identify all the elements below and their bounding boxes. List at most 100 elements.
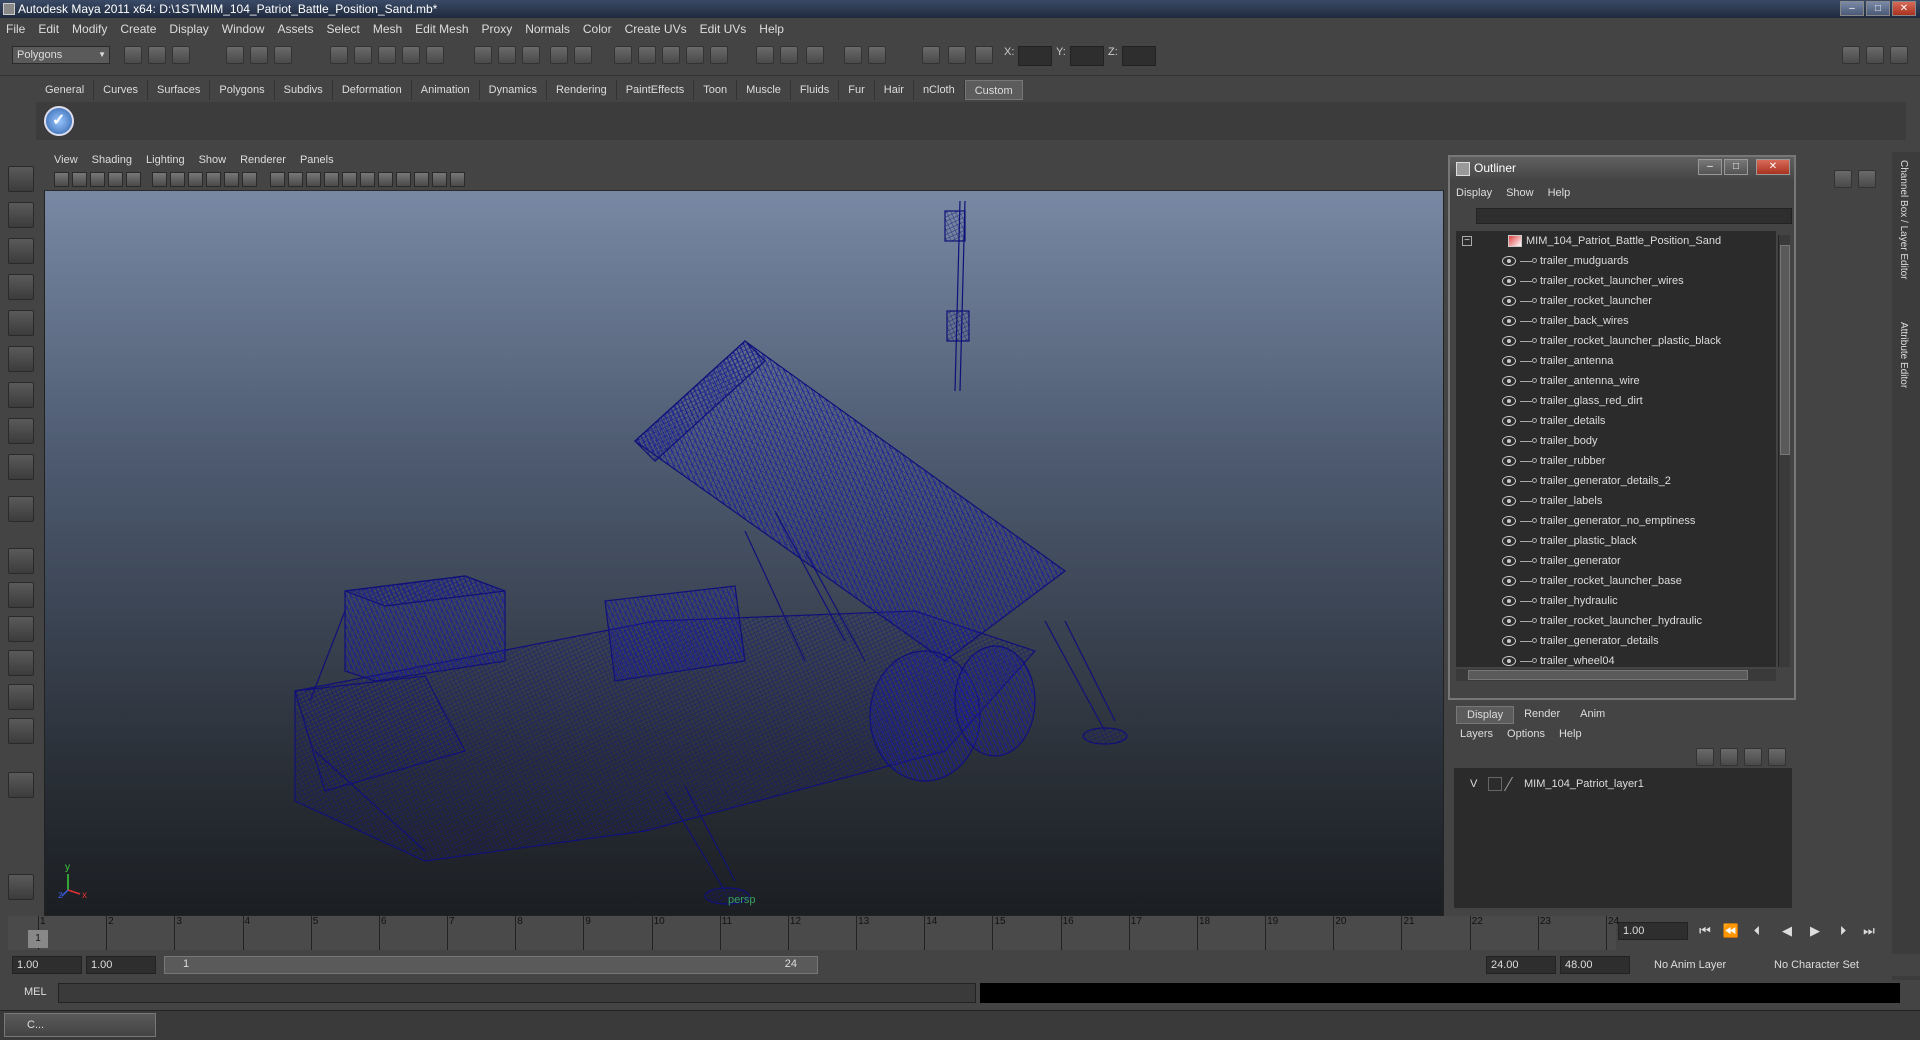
outliner-item[interactable]: trailer_generator_details bbox=[1456, 631, 1776, 651]
outliner-item[interactable]: trailer_antenna_wire bbox=[1456, 371, 1776, 391]
layer-menu-options[interactable]: Options bbox=[1507, 728, 1545, 740]
field-chart-icon[interactable] bbox=[206, 172, 221, 187]
snap-curve-icon[interactable] bbox=[354, 46, 372, 64]
gate-mask-icon[interactable] bbox=[188, 172, 203, 187]
outliner-item[interactable]: trailer_hydraulic bbox=[1456, 591, 1776, 611]
single-view-icon[interactable] bbox=[806, 46, 824, 64]
shelf-tab-hair[interactable]: Hair bbox=[875, 80, 914, 100]
camera-attributes-icon[interactable] bbox=[72, 172, 87, 187]
outliner-maximize-button[interactable]: □ bbox=[1724, 159, 1748, 175]
outliner-item[interactable]: trailer_rocket_launcher_plastic_black bbox=[1456, 331, 1776, 351]
shelf-tab-toon[interactable]: Toon bbox=[694, 80, 738, 100]
transform-input-icon[interactable] bbox=[975, 46, 993, 64]
rotate-tool-icon[interactable] bbox=[8, 310, 34, 336]
shelf-tab-subdivs[interactable]: Subdivs bbox=[275, 80, 333, 100]
outliner-root-item[interactable]: − MIM_104_Patriot_Battle_Position_Sand bbox=[1456, 231, 1776, 251]
go-to-start-button[interactable]: ⏮ bbox=[1696, 923, 1714, 939]
outliner-item[interactable]: trailer_labels bbox=[1456, 491, 1776, 511]
move-tool-icon[interactable] bbox=[8, 274, 34, 300]
smooth-shade-icon[interactable] bbox=[288, 172, 303, 187]
outliner-item[interactable]: trailer_details bbox=[1456, 411, 1776, 431]
playback-end-field[interactable]: 24.00 bbox=[1486, 956, 1556, 974]
select-hierarchy-icon[interactable] bbox=[226, 46, 244, 64]
select-mask-icon[interactable] bbox=[574, 46, 592, 64]
history-icon[interactable] bbox=[474, 46, 492, 64]
shelf-tab-deformation[interactable]: Deformation bbox=[333, 80, 412, 100]
play-forwards-button[interactable]: ▶ bbox=[1806, 923, 1824, 939]
time-slider[interactable]: 1 2 3 4 5 6 7 8 9 10 11 12 13 14 15 16 17 18 19 20 21 22 23 24 1 bbox=[8, 916, 1619, 950]
xray-icon[interactable] bbox=[414, 172, 429, 187]
outliner-item[interactable]: trailer_rubber bbox=[1456, 451, 1776, 471]
toggle-panel-icon[interactable] bbox=[756, 46, 774, 64]
menu-proxy[interactable]: Proxy bbox=[482, 22, 513, 36]
shelf-tab-animation[interactable]: Animation bbox=[412, 80, 480, 100]
backface-culling-icon[interactable] bbox=[450, 172, 465, 187]
wireframe-on-shaded-icon[interactable] bbox=[306, 172, 321, 187]
viewport-menu-panels[interactable]: Panels bbox=[300, 154, 334, 166]
select-tool-icon[interactable] bbox=[8, 166, 34, 192]
outliner-item[interactable]: trailer_rocket_launcher_hydraulic bbox=[1456, 611, 1776, 631]
shelf-tab-surfaces[interactable]: Surfaces bbox=[148, 80, 211, 100]
menu-window[interactable]: Window bbox=[222, 22, 265, 36]
new-layer-selected-icon[interactable] bbox=[1720, 748, 1738, 766]
open-scene-icon[interactable] bbox=[148, 46, 166, 64]
snap-grid-icon[interactable] bbox=[330, 46, 348, 64]
default-light-icon[interactable] bbox=[342, 172, 357, 187]
four-pane-layout-icon[interactable] bbox=[8, 582, 34, 608]
outliner-layout-icon[interactable] bbox=[8, 616, 34, 642]
minimized-window-item[interactable]: C... bbox=[4, 1013, 156, 1037]
hypershade-icon[interactable] bbox=[686, 46, 704, 64]
z-field[interactable] bbox=[1122, 46, 1156, 66]
animation-end-field[interactable]: 48.00 bbox=[1560, 956, 1630, 974]
resolution-gate-icon[interactable] bbox=[170, 172, 185, 187]
outliner-menu-display[interactable]: Display bbox=[1456, 187, 1492, 199]
layout-icon[interactable] bbox=[780, 46, 798, 64]
layer-playback-toggle[interactable] bbox=[1488, 777, 1502, 791]
playback-start-field[interactable]: 1.00 bbox=[86, 956, 156, 974]
channel-box-icon[interactable] bbox=[1834, 170, 1852, 188]
attribute-icon[interactable] bbox=[922, 46, 940, 64]
select-camera-icon[interactable] bbox=[54, 172, 69, 187]
outliner-menu-show[interactable]: Show bbox=[1506, 187, 1534, 199]
new-layer-icon[interactable] bbox=[1696, 748, 1714, 766]
display-icon[interactable] bbox=[844, 46, 862, 64]
ipr-render-icon[interactable] bbox=[638, 46, 656, 64]
outliner-item[interactable]: trailer_body bbox=[1456, 431, 1776, 451]
hypershade-layout-icon[interactable] bbox=[8, 684, 34, 710]
outliner-item[interactable]: trailer_rocket_launcher_base bbox=[1456, 571, 1776, 591]
close-button[interactable]: ✕ bbox=[1892, 1, 1916, 16]
shelf-tab-polygons[interactable]: Polygons bbox=[210, 80, 275, 100]
toggle-channel-box-icon[interactable] bbox=[1890, 46, 1908, 64]
save-scene-icon[interactable] bbox=[172, 46, 190, 64]
scrollbar-thumb[interactable] bbox=[1468, 670, 1748, 680]
anim-layer-dropdown[interactable]: No Anim Layer bbox=[1648, 956, 1760, 974]
outliner-close-button[interactable]: ✕ bbox=[1756, 159, 1790, 175]
viewport-menu-shading[interactable]: Shading bbox=[92, 154, 132, 166]
outliner-item[interactable]: trailer_plastic_black bbox=[1456, 531, 1776, 551]
menu-select[interactable]: Select bbox=[326, 22, 359, 36]
outliner-minimize-button[interactable]: – bbox=[1698, 159, 1722, 175]
menu-help[interactable]: Help bbox=[759, 22, 784, 36]
show-manipulator-icon[interactable] bbox=[8, 454, 34, 480]
outliner-item[interactable]: trailer_glass_red_dirt bbox=[1456, 391, 1776, 411]
character-set-dropdown[interactable]: No Character Set bbox=[1768, 956, 1880, 974]
snap-plane-icon[interactable] bbox=[402, 46, 420, 64]
x-field[interactable] bbox=[1018, 46, 1052, 66]
textured-icon[interactable] bbox=[324, 172, 339, 187]
xray-joints-icon[interactable] bbox=[432, 172, 447, 187]
wireframe-icon[interactable] bbox=[270, 172, 285, 187]
side-tab-channel-box[interactable]: Channel Box / Layer Editor bbox=[1898, 160, 1909, 280]
single-pane-layout-icon[interactable] bbox=[8, 548, 34, 574]
menu-set-selector[interactable]: Polygons bbox=[12, 46, 110, 64]
render-view-icon[interactable] bbox=[710, 46, 728, 64]
outliner-item[interactable]: trailer_back_wires bbox=[1456, 311, 1776, 331]
menu-assets[interactable]: Assets bbox=[277, 22, 313, 36]
shelf-tab-dynamics[interactable]: Dynamics bbox=[480, 80, 547, 100]
last-tool-icon[interactable] bbox=[8, 496, 34, 522]
layer-visibility-toggle[interactable]: V bbox=[1470, 774, 1477, 794]
move-layer-up-icon[interactable] bbox=[1744, 748, 1762, 766]
scale-tool-icon[interactable] bbox=[8, 346, 34, 372]
graph-layout-icon[interactable] bbox=[8, 650, 34, 676]
lasso-tool-icon[interactable] bbox=[8, 202, 34, 228]
menu-modify[interactable]: Modify bbox=[72, 22, 107, 36]
